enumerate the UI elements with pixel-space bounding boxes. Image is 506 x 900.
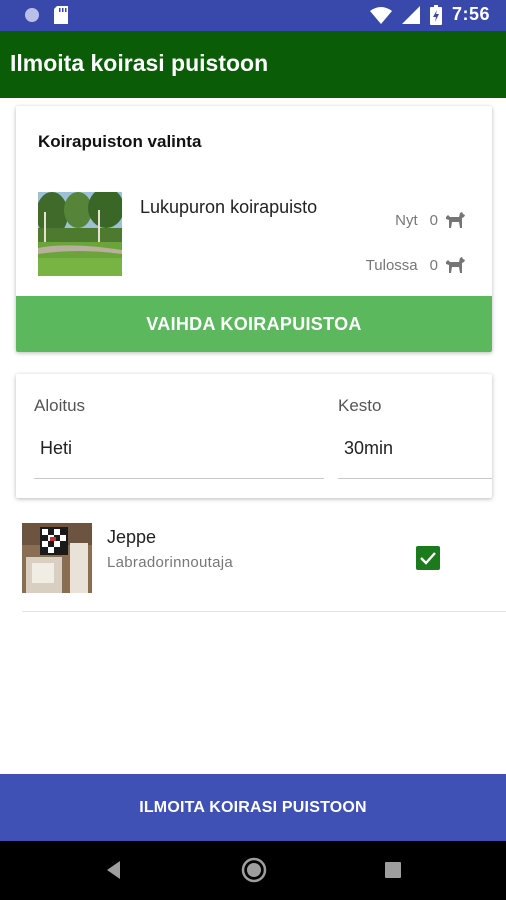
dog-icon xyxy=(446,257,465,273)
duration-label: Kesto xyxy=(338,396,382,415)
wifi-icon xyxy=(369,6,392,24)
park-name: Lukupuron koirapuisto xyxy=(140,197,318,217)
duration-field-underline xyxy=(338,478,492,479)
list-item[interactable]: Jeppe Labradorinnoutaja xyxy=(22,521,506,612)
submit-button[interactable]: ILMOITA KOIRASI PUISTOON xyxy=(0,774,506,841)
park-image xyxy=(38,192,122,276)
navigation-bar xyxy=(0,841,506,900)
sd-card-icon xyxy=(54,6,68,24)
park-selection-card: Koirapuiston valinta Lukupuron koirapuis… xyxy=(16,106,492,352)
back-icon xyxy=(107,861,120,879)
dog-icon xyxy=(446,212,465,228)
home-icon xyxy=(241,857,267,883)
duration-field[interactable]: 30min xyxy=(344,438,393,459)
status-bar: 7:56 xyxy=(0,0,506,31)
change-park-button[interactable]: VAIHDA KOIRAPUISTOA xyxy=(16,296,492,352)
start-label: Aloitus xyxy=(34,396,86,415)
page-title: Ilmoita koirasi puistoon xyxy=(10,50,269,76)
recents-icon xyxy=(385,862,401,878)
nav-recents-button[interactable] xyxy=(384,861,402,884)
start-field-underline xyxy=(34,478,324,479)
status-time: 7:56 xyxy=(451,4,490,24)
circle-dot-icon xyxy=(25,8,39,22)
battery-charging-icon xyxy=(429,4,442,25)
checkmark-icon xyxy=(420,552,436,565)
app-bar: Ilmoita koirasi puistoon xyxy=(0,31,506,98)
stat-now-label: Nyt xyxy=(395,211,418,229)
nav-back-button[interactable] xyxy=(104,859,124,886)
start-field[interactable]: Heti xyxy=(40,438,72,459)
dog-avatar xyxy=(22,523,92,593)
stat-coming: Tulossa 0 xyxy=(366,256,466,274)
signal-icon xyxy=(401,5,420,24)
dog-select-checkbox[interactable] xyxy=(416,546,440,570)
stat-now-count: 0 xyxy=(429,211,438,229)
status-bar-left xyxy=(24,6,68,24)
park-card-heading: Koirapuiston valinta xyxy=(38,132,202,151)
stat-coming-count: 0 xyxy=(429,256,438,274)
stat-coming-label: Tulossa xyxy=(365,256,418,274)
dog-name: Jeppe xyxy=(107,527,157,547)
nav-home-button[interactable] xyxy=(241,857,267,888)
time-card: Aloitus Heti Kesto 30min xyxy=(16,374,492,498)
status-bar-right: 7:56 xyxy=(369,4,490,25)
stat-now: Nyt 0 xyxy=(395,211,466,229)
dog-breed: Labradorinnoutaja xyxy=(107,554,234,571)
